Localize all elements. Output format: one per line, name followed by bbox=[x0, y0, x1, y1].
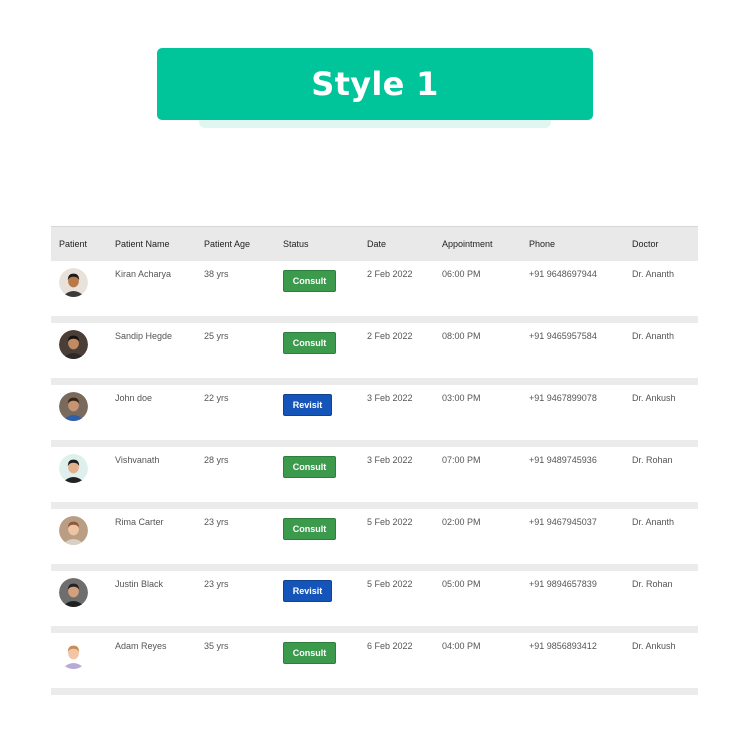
appointment-date: 5 Feb 2022 bbox=[367, 517, 413, 527]
table-row: John doe 22 yrs Revisit 3 Feb 2022 03:00… bbox=[51, 385, 698, 440]
patient-age: 23 yrs bbox=[204, 579, 229, 589]
row-divider bbox=[51, 688, 698, 695]
patient-name: Justin Black bbox=[115, 579, 164, 589]
appointment-date: 6 Feb 2022 bbox=[367, 641, 413, 651]
appointment-time: 06:00 PM bbox=[442, 269, 481, 279]
patient-name: Vishvanath bbox=[115, 455, 160, 465]
status-label: Revisit bbox=[292, 400, 323, 410]
doctor-name: Dr. Ananth bbox=[632, 269, 675, 279]
patient-name: John doe bbox=[115, 393, 153, 403]
table-row: Vishvanath 28 yrs Consult 3 Feb 2022 07:… bbox=[51, 447, 698, 502]
phone-number: +91 9894657839 bbox=[529, 579, 597, 589]
header-appointment: Appointment bbox=[442, 239, 493, 249]
appointment-date: 3 Feb 2022 bbox=[367, 455, 413, 465]
appointment-time: 08:00 PM bbox=[442, 331, 481, 341]
appointment-time: 07:00 PM bbox=[442, 455, 481, 465]
patient-name: Sandip Hegde bbox=[115, 331, 173, 341]
header-phone: Phone bbox=[529, 239, 556, 249]
patient-avatar bbox=[59, 640, 88, 669]
revisit-button[interactable]: Revisit bbox=[283, 394, 332, 416]
consult-button[interactable]: Consult bbox=[283, 332, 336, 354]
table-row: Rima Carter 23 yrs Consult 5 Feb 2022 02… bbox=[51, 509, 698, 564]
doctor-name: Dr. Rohan bbox=[632, 579, 673, 589]
patient-age: 25 yrs bbox=[204, 331, 229, 341]
status-label: Consult bbox=[292, 338, 327, 348]
doctor-name: Dr. Ankush bbox=[632, 393, 676, 403]
phone-number: +91 9465957584 bbox=[529, 331, 597, 341]
doctor-name: Dr. Rohan bbox=[632, 455, 673, 465]
header-doctor: Doctor bbox=[632, 239, 659, 249]
patient-avatar bbox=[59, 578, 88, 607]
patient-age: 22 yrs bbox=[204, 393, 229, 403]
patient-name: Rima Carter bbox=[115, 517, 164, 527]
status-label: Consult bbox=[292, 276, 327, 286]
appointment-time: 02:00 PM bbox=[442, 517, 481, 527]
patient-age: 23 yrs bbox=[204, 517, 229, 527]
consult-button[interactable]: Consult bbox=[283, 642, 336, 664]
appointment-date: 2 Feb 2022 bbox=[367, 269, 413, 279]
patient-avatar bbox=[59, 454, 88, 483]
patient-name: Adam Reyes bbox=[115, 641, 167, 651]
patient-age: 35 yrs bbox=[204, 641, 229, 651]
patient-avatar bbox=[59, 392, 88, 421]
doctor-name: Dr. Ananth bbox=[632, 331, 675, 341]
appointment-time: 03:00 PM bbox=[442, 393, 481, 403]
appointment-date: 5 Feb 2022 bbox=[367, 579, 413, 589]
title-banner: Style 1 bbox=[157, 48, 593, 120]
doctor-name: Dr. Ankush bbox=[632, 641, 676, 651]
phone-number: +91 9467945037 bbox=[529, 517, 597, 527]
row-divider bbox=[51, 316, 698, 323]
row-divider bbox=[51, 378, 698, 385]
appointment-date: 3 Feb 2022 bbox=[367, 393, 413, 403]
patient-age: 28 yrs bbox=[204, 455, 229, 465]
consult-button[interactable]: Consult bbox=[283, 518, 336, 540]
phone-number: +91 9856893412 bbox=[529, 641, 597, 651]
table-header: Patient Patient Name Patient Age Status … bbox=[51, 226, 698, 261]
appointment-time: 04:00 PM bbox=[442, 641, 481, 651]
patient-age: 38 yrs bbox=[204, 269, 229, 279]
header-patient-name: Patient Name bbox=[115, 239, 170, 249]
table-row: Kiran Acharya 38 yrs Consult 2 Feb 2022 … bbox=[51, 261, 698, 316]
row-divider bbox=[51, 440, 698, 447]
header-patient-age: Patient Age bbox=[204, 239, 251, 249]
consult-button[interactable]: Consult bbox=[283, 456, 336, 478]
appointments-table: Patient Patient Name Patient Age Status … bbox=[51, 226, 698, 695]
phone-number: +91 9489745936 bbox=[529, 455, 597, 465]
appointment-time: 05:00 PM bbox=[442, 579, 481, 589]
banner-title: Style 1 bbox=[311, 65, 439, 103]
phone-number: +91 9467899078 bbox=[529, 393, 597, 403]
revisit-button[interactable]: Revisit bbox=[283, 580, 332, 602]
patient-avatar bbox=[59, 516, 88, 545]
table-body: Kiran Acharya 38 yrs Consult 2 Feb 2022 … bbox=[51, 261, 698, 695]
table-row: Adam Reyes 35 yrs Consult 6 Feb 2022 04:… bbox=[51, 633, 698, 688]
table-row: Sandip Hegde 25 yrs Consult 2 Feb 2022 0… bbox=[51, 323, 698, 378]
patient-avatar bbox=[59, 268, 88, 297]
status-label: Consult bbox=[292, 462, 327, 472]
header-patient: Patient bbox=[59, 239, 88, 249]
status-label: Revisit bbox=[292, 586, 323, 596]
row-divider bbox=[51, 564, 698, 571]
row-divider bbox=[51, 502, 698, 509]
status-label: Consult bbox=[292, 648, 327, 658]
consult-button[interactable]: Consult bbox=[283, 270, 336, 292]
patient-avatar bbox=[59, 330, 88, 359]
header-status: Status bbox=[283, 239, 309, 249]
table-row: Justin Black 23 yrs Revisit 5 Feb 2022 0… bbox=[51, 571, 698, 626]
appointment-date: 2 Feb 2022 bbox=[367, 331, 413, 341]
patient-name: Kiran Acharya bbox=[115, 269, 172, 279]
phone-number: +91 9648697944 bbox=[529, 269, 597, 279]
doctor-name: Dr. Ananth bbox=[632, 517, 675, 527]
row-divider bbox=[51, 626, 698, 633]
header-date: Date bbox=[367, 239, 387, 249]
status-label: Consult bbox=[292, 524, 327, 534]
